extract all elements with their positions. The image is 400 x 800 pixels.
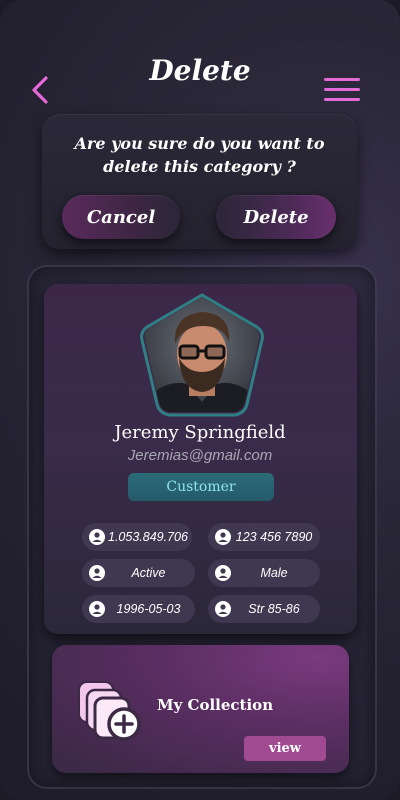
birth-date: 1996-05-03 [116,602,181,616]
collection-label: My Collection [157,696,274,714]
status-chip: Active [82,559,195,587]
id-number-chip: 1.053.849.706 [82,523,192,551]
address: Str 85-86 [248,602,300,616]
user-icon [215,529,231,545]
hamburger-line [324,88,360,91]
view-collection-button[interactable]: view [244,736,326,761]
user-icon [215,565,231,581]
hamburger-icon [324,78,360,81]
role-badge: Customer [128,473,274,501]
menu-button[interactable] [324,78,360,104]
avatar [137,292,267,422]
user-icon [89,601,105,617]
dialog-message: Are you sure do you want to delete this … [74,134,325,176]
gender-chip: Male [208,559,320,587]
user-icon [215,601,231,617]
hamburger-line [324,98,360,101]
phone-number: 123 456 7890 [235,530,313,544]
delete-category-screen: Delete Are you sure do you want to delet… [0,0,400,800]
user-icon [89,565,105,581]
status: Active [131,566,166,580]
gender: Male [260,566,288,580]
delete-button[interactable]: Delete [216,195,336,239]
phone-chip: 123 456 7890 [208,523,320,551]
profile-name: Jeremy Springfield [114,422,286,443]
id-number: 1.053.849.706 [108,530,188,544]
profile-email: Jeremias@gmail.com [127,447,273,464]
add-collection-icon [76,676,146,746]
user-icon [89,529,105,545]
birth-date-chip: 1996-05-03 [82,595,195,623]
cancel-button[interactable]: Cancel [62,195,180,239]
address-chip: Str 85-86 [208,595,320,623]
